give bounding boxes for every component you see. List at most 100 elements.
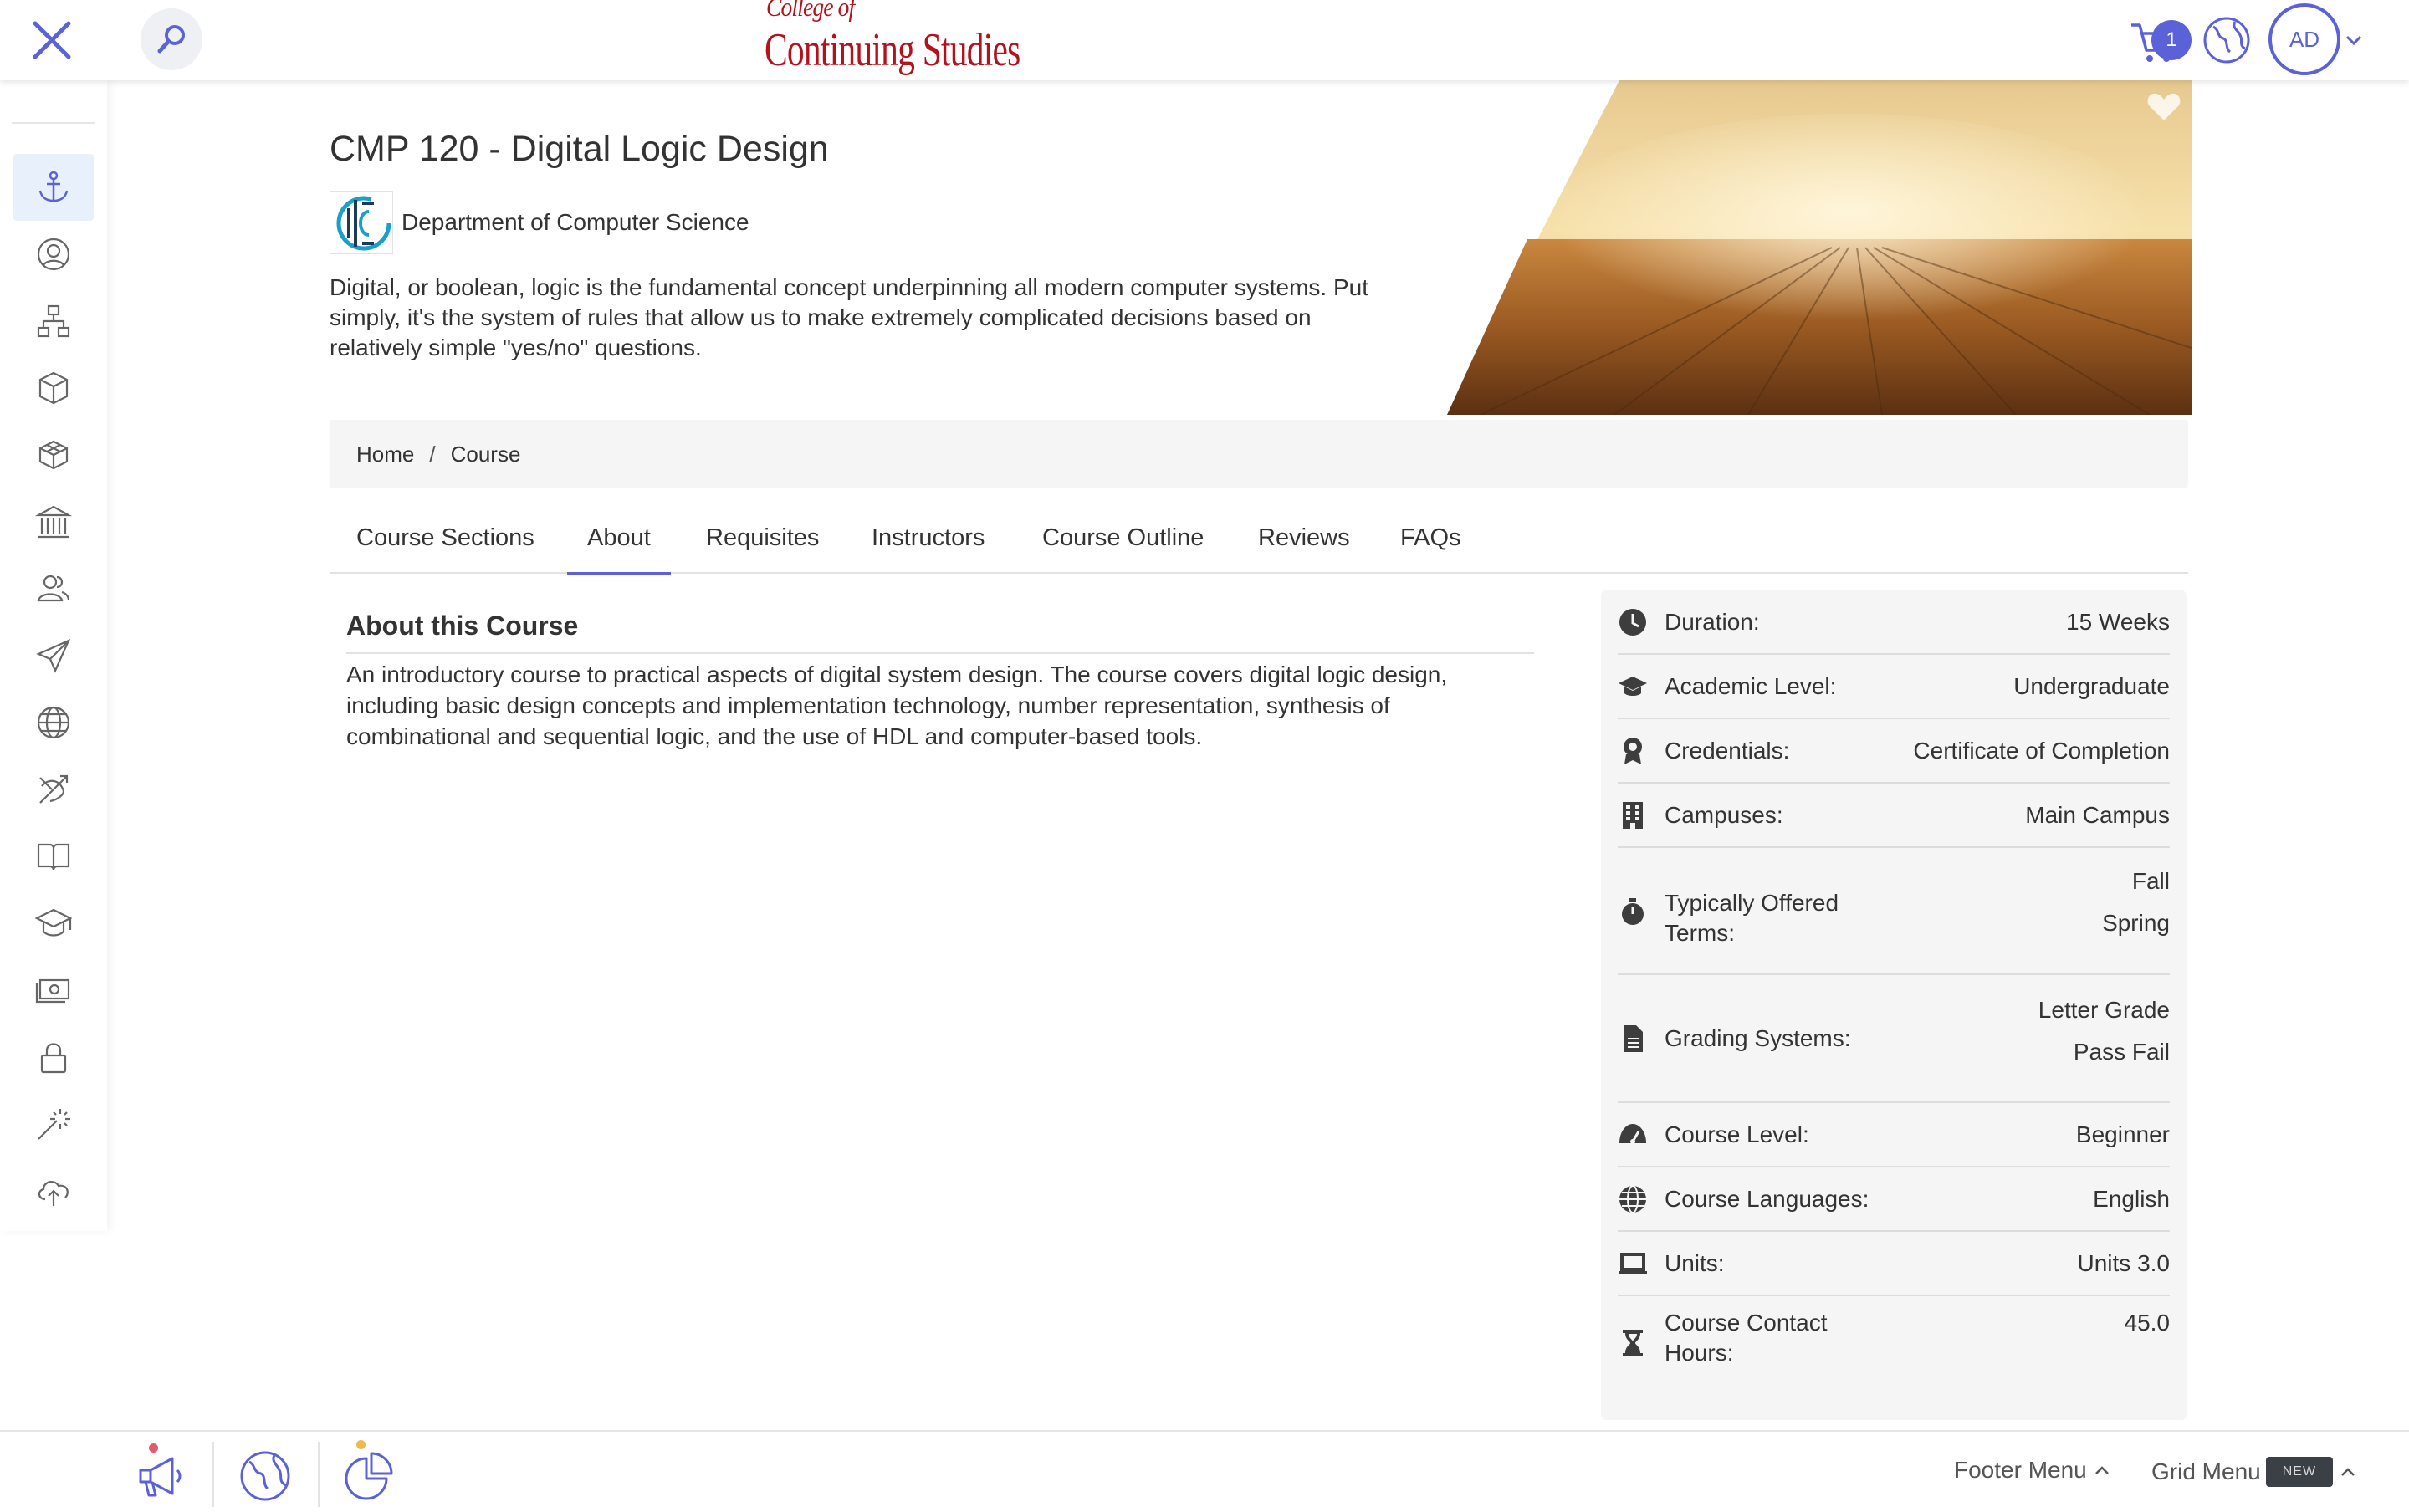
detail-value: Beginner xyxy=(2075,1121,2170,1147)
detail-value: Units 3.0 xyxy=(2077,1250,2171,1276)
detail-label: Grading Systems: xyxy=(1665,1025,1851,1051)
footer-divider xyxy=(318,1442,320,1507)
sidebar-item-academics[interactable] xyxy=(13,890,94,957)
tab-course-sections[interactable]: Course Sections xyxy=(356,502,534,574)
sidebar-item-global[interactable] xyxy=(13,689,94,756)
course-title: CMP 120 - Digital Logic Design xyxy=(330,129,829,169)
detail-label: Credentials: xyxy=(1665,738,1790,764)
search-button[interactable] xyxy=(141,8,202,70)
footer-bar: Footer Menu Grid Menu NEW xyxy=(0,1430,2409,1512)
about-text: An introductory course to practical aspe… xyxy=(346,662,1448,749)
close-button[interactable] xyxy=(25,15,79,65)
sidebar-item-upload[interactable] xyxy=(13,1157,94,1224)
top-header: College of Continuing Studies 1 AD xyxy=(0,0,2409,80)
search-icon xyxy=(157,25,185,54)
building-icon xyxy=(1623,802,1643,829)
footer-menu-toggle[interactable]: Footer Menu xyxy=(1954,1457,2112,1484)
tab-requisites[interactable]: Requisites xyxy=(706,502,819,574)
detail-value: Fall xyxy=(2131,868,2170,894)
sidebar-item-tools[interactable] xyxy=(13,1091,94,1157)
about-heading: About this Course xyxy=(346,610,579,641)
grid-menu-toggle[interactable]: Grid Menu NEW xyxy=(2151,1457,2358,1487)
about-divider xyxy=(346,652,1534,654)
tab-instructors[interactable]: Instructors xyxy=(872,502,985,574)
graduation-cap-icon xyxy=(35,908,72,937)
megaphone-icon[interactable] xyxy=(134,1448,189,1504)
course-description: Digital, or boolean, logic is the fundam… xyxy=(330,274,1369,360)
detail-row-grading-systems: Grading Systems: Letter Grade Pass Fail xyxy=(1618,975,2170,1103)
anchor-icon xyxy=(38,171,69,202)
sidebar-item-goals[interactable] xyxy=(13,756,94,823)
user-circle-icon xyxy=(37,238,70,271)
clock-icon xyxy=(1619,609,1646,636)
department-logo xyxy=(330,191,393,254)
breadcrumb-separator: / xyxy=(429,441,436,467)
pie-chart-icon[interactable] xyxy=(341,1448,396,1504)
course-hero-image xyxy=(1447,80,2192,415)
sidebar-item-people[interactable] xyxy=(13,555,94,622)
gauge-icon xyxy=(1619,1124,1646,1144)
detail-row-campuses: Campuses: Main Campus xyxy=(1618,784,2170,848)
detail-value: Main Campus xyxy=(2025,802,2170,828)
tab-reviews[interactable]: Reviews xyxy=(1258,502,1350,574)
hourglass-icon xyxy=(1623,1330,1643,1356)
lock-icon xyxy=(40,1043,67,1074)
detail-row-duration: Duration: 15 Weeks xyxy=(1618,590,2170,655)
globe-icon[interactable] xyxy=(2202,15,2252,65)
chevron-up-icon xyxy=(2094,1466,2109,1474)
detail-row-units: Units: Units 3.0 xyxy=(1618,1232,2170,1296)
people-icon xyxy=(37,575,70,602)
sidebar-item-profile[interactable] xyxy=(13,221,94,288)
course-tabs: Course Sections About Requisites Instruc… xyxy=(330,502,2188,575)
tab-about[interactable]: About xyxy=(567,502,671,575)
college-logo[interactable]: College of Continuing Studies xyxy=(765,0,1024,80)
department-name[interactable]: Department of Computer Science xyxy=(402,209,749,236)
award-icon xyxy=(1624,738,1642,764)
logo-line-1: College of xyxy=(766,0,855,22)
breadcrumb-home[interactable]: Home xyxy=(356,442,414,467)
paper-plane-icon xyxy=(36,638,71,673)
detail-row-credentials: Credentials: Certificate of Completion xyxy=(1618,719,2170,784)
globe-icon[interactable] xyxy=(238,1448,293,1504)
org-chart-icon xyxy=(37,304,70,338)
target-arrow-icon xyxy=(39,774,69,804)
detail-row-course-level: Course Level: Beginner xyxy=(1618,1103,2170,1167)
detail-row-offered-terms: Typically Offered Terms: Fall Spring xyxy=(1618,848,2170,975)
cube-icon xyxy=(38,371,69,405)
sidebar-item-anchor[interactable] xyxy=(13,154,94,221)
sidebar-item-catalog[interactable] xyxy=(13,823,94,890)
cloud-upload-icon xyxy=(38,1181,69,1206)
favorite-heart-icon[interactable] xyxy=(2146,90,2181,122)
sidebar-item-products[interactable] xyxy=(13,355,94,421)
file-icon xyxy=(1624,1025,1643,1052)
detail-label: Course Languages: xyxy=(1665,1186,1869,1212)
detail-label: Typically Offered Terms: xyxy=(1665,890,1839,946)
detail-value: Certificate of Completion xyxy=(1913,738,2170,764)
sidebar-item-security[interactable] xyxy=(13,1024,94,1091)
sidebar-item-institution[interactable] xyxy=(13,488,94,555)
tab-faqs[interactable]: FAQs xyxy=(1400,502,1461,574)
detail-value: Pass Fail xyxy=(2073,1039,2170,1065)
book-icon xyxy=(37,843,70,871)
breadcrumb: Home / Course xyxy=(330,420,2188,488)
user-avatar[interactable]: AD xyxy=(2268,3,2340,75)
sidebar-item-messages[interactable] xyxy=(13,622,94,689)
new-badge: NEW xyxy=(2265,1457,2334,1487)
logo-line-2: Continuing Studies xyxy=(765,24,1020,76)
detail-value: 15 Weeks xyxy=(2066,609,2170,635)
detail-label: Academic Level: xyxy=(1665,673,1837,699)
cubes-icon xyxy=(38,440,69,470)
tab-course-outline[interactable]: Course Outline xyxy=(1042,502,1204,574)
detail-row-academic-level: Academic Level: Undergraduate xyxy=(1618,655,2170,719)
course-details-card: Duration: 15 Weeks Academic Level: Under… xyxy=(1601,590,2187,1420)
globe-icon xyxy=(1619,1185,1646,1213)
sidebar-item-bundles[interactable] xyxy=(13,421,94,488)
sidebar-item-finance[interactable] xyxy=(13,957,94,1024)
chevron-down-icon[interactable] xyxy=(2342,28,2366,52)
detail-label: Units: xyxy=(1665,1250,1725,1276)
breadcrumb-current: Course xyxy=(450,441,521,467)
sidebar-item-organization[interactable] xyxy=(13,288,94,355)
detail-value: Undergraduate xyxy=(2013,673,2170,699)
close-icon xyxy=(33,21,71,59)
money-icon xyxy=(35,978,70,1004)
